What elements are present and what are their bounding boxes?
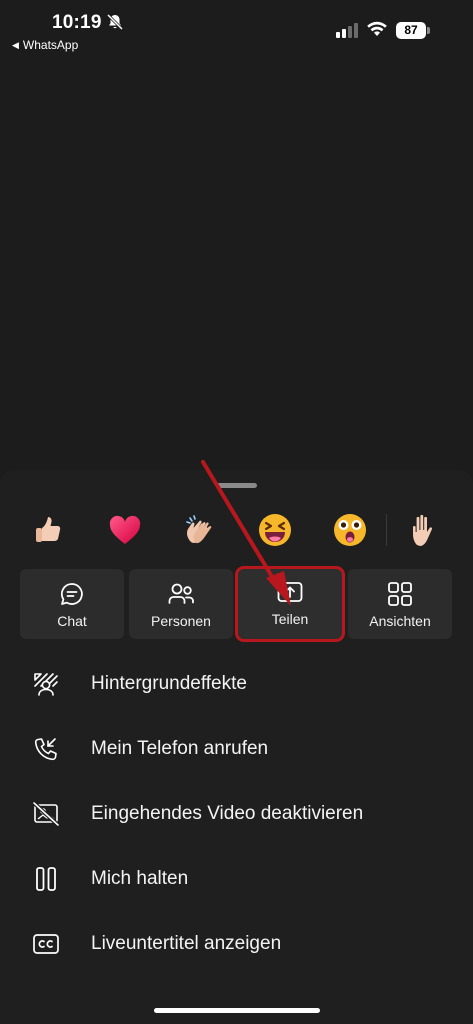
tile-share[interactable]: Teilen [235,566,345,642]
tile-chat[interactable]: Chat [20,569,124,639]
menu-item-background-effects[interactable]: Hintergrundeffekte [0,656,473,712]
menu-label: Mein Telefon anrufen [91,738,269,759]
cellular-signal-icon [336,23,358,38]
laughing-face-icon [259,514,291,546]
clapping-hands-icon [186,515,212,544]
video-area [0,60,473,470]
home-indicator[interactable] [154,1008,320,1013]
tile-label: Chat [57,613,87,629]
battery-level: 87 [396,22,426,39]
share-icon [277,582,303,602]
tile-people[interactable]: Personen [129,569,233,639]
menu-label: Eingehendes Video deaktivieren [91,803,364,824]
menu-label: Liveuntertitel anzeigen [91,933,282,954]
action-tiles: Chat Personen Teilen Ansichten [20,566,453,642]
wifi-icon [367,21,387,36]
thumbs-up-icon [36,517,61,542]
chat-icon [60,583,83,605]
raise-hand-icon [413,514,433,546]
menu-item-hold[interactable]: Mich halten [0,851,473,907]
status-time: 10:19 [52,12,102,33]
status-bar: 10:19 ◀ WhatsApp 87 [0,0,473,60]
menu-label: Hintergrundeffekte [91,673,247,694]
reaction-raise-hand[interactable] [403,508,447,552]
surprised-face-icon [334,514,366,546]
background-effects-icon [32,670,60,698]
reaction-surprised[interactable] [328,508,372,552]
tile-label: Teilen [271,611,309,627]
video-off-icon [32,800,60,828]
people-icon [168,583,194,604]
tile-label: Personen [151,613,211,629]
menu-item-call-my-phone[interactable]: Mein Telefon anrufen [0,721,473,777]
battery-tip [427,27,430,34]
tile-views[interactable]: Ansichten [348,569,452,639]
reaction-applause[interactable] [178,508,222,552]
reactions-divider [386,514,387,546]
battery-indicator: 87 [396,22,430,39]
call-actions-sheet: Chat Personen Teilen Ansichten Hintergru… [0,470,473,1024]
menu-item-live-captions[interactable]: Liveuntertitel anzeigen [0,916,473,972]
menu-item-disable-incoming-video[interactable]: Eingehendes Video deaktivieren [0,786,473,842]
reaction-heart[interactable] [103,508,147,552]
call-phone-icon [32,735,60,763]
menu-label: Mich halten [91,868,189,889]
sheet-grabber[interactable] [217,483,257,488]
views-icon [388,582,412,606]
captions-icon [32,930,60,958]
back-arrow-icon: ◀ [12,39,19,50]
tile-label: Ansichten [369,613,431,629]
back-app-label: WhatsApp [22,38,79,52]
heart-icon [109,515,141,544]
bell-off-icon [106,13,124,31]
reaction-laugh[interactable] [253,508,297,552]
back-to-app-link[interactable]: ◀ WhatsApp [12,38,78,52]
hold-icon [32,865,60,893]
reactions-bar [0,508,473,552]
reaction-thumbs-up[interactable] [26,508,70,552]
